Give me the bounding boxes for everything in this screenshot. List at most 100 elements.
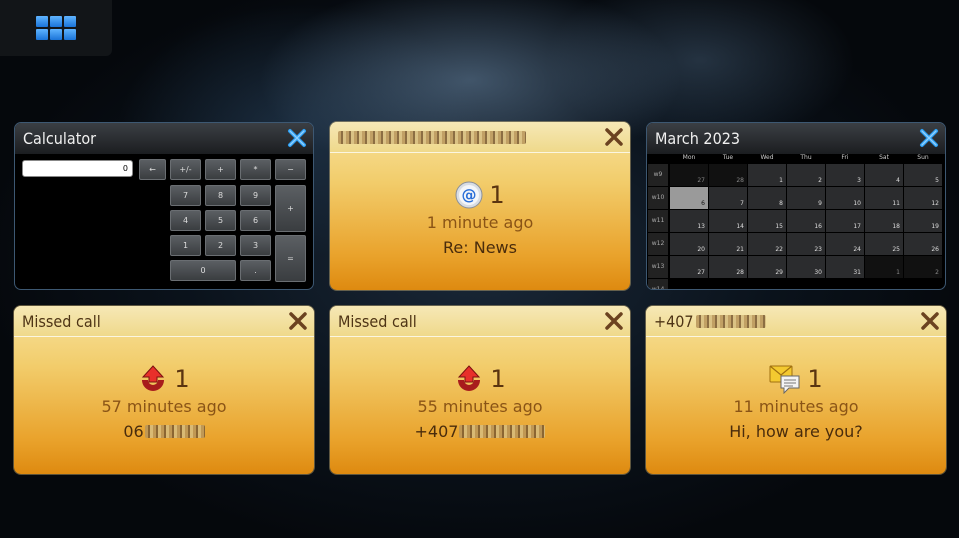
calendar-week-number: w11 (648, 210, 668, 232)
calendar-day-header: Wed (760, 154, 774, 161)
calendar-day-cell[interactable]: 10 (826, 187, 864, 209)
calendar-day-header: Sun (917, 154, 929, 161)
calculator-display: 0 (22, 160, 133, 177)
redacted-number (695, 314, 766, 328)
email-subject: Re: News (443, 238, 517, 257)
email-notification-card[interactable]: @ 1 1 minute ago Re: News (330, 122, 630, 290)
calc-key-0[interactable]: 0 (170, 260, 236, 281)
svg-text:@: @ (462, 186, 477, 204)
calendar-day-cell[interactable]: 22 (748, 233, 786, 255)
close-icon[interactable] (920, 311, 940, 331)
calendar-day-cell[interactable]: 1 (748, 164, 786, 186)
calc-key-plus[interactable]: + (205, 159, 236, 180)
close-icon[interactable] (288, 311, 308, 331)
missed-call-card[interactable]: Missed call 1 57 minutes ago 06 (14, 306, 314, 474)
missed-call-card[interactable]: Missed call 1 55 minutes ago +407 (330, 306, 630, 474)
calendar-day-header: Mon (682, 154, 696, 161)
email-at-icon: @ (455, 181, 483, 209)
close-icon[interactable] (604, 311, 624, 331)
calendar-day-cell[interactable]: 3 (826, 164, 864, 186)
calc-key-3[interactable]: 3 (240, 235, 271, 256)
sms-time: 11 minutes ago (733, 397, 859, 416)
calendar-day-cell[interactable]: 16 (787, 210, 825, 232)
missed-call-title: Missed call (338, 311, 417, 331)
sms-notification-card[interactable]: +407 1 11 minutes ago Hi, how are you? (646, 306, 946, 474)
calc-key-minus[interactable]: − (275, 159, 306, 180)
app-switcher-button[interactable] (0, 0, 112, 56)
calc-key-4[interactable]: 4 (170, 210, 201, 231)
calendar-day-cell[interactable]: 21 (709, 233, 747, 255)
calendar-day-cell[interactable]: 19 (904, 210, 942, 232)
calendar-day-cell[interactable]: 12 (904, 187, 942, 209)
calc-key-6[interactable]: 6 (240, 210, 271, 231)
calendar-day-cell[interactable]: 24 (826, 233, 864, 255)
calc-key-add[interactable]: + (275, 185, 306, 232)
calendar-week-number: w13 (648, 256, 668, 278)
calendar-day-cell[interactable]: 25 (865, 233, 903, 255)
close-icon[interactable] (287, 128, 307, 148)
missed-call-icon (458, 365, 481, 391)
calendar-day-cell[interactable]: 6 (670, 187, 708, 209)
calendar-day-cell[interactable]: 28 (709, 164, 747, 186)
calendar-day-header: Thu (800, 154, 812, 161)
calendar-day-cell[interactable]: 4 (865, 164, 903, 186)
calendar-day-cell[interactable]: 9 (787, 187, 825, 209)
missed-call-title: Missed call (22, 311, 101, 331)
calc-key-decimal[interactable]: . (240, 260, 271, 281)
calc-key-9[interactable]: 9 (240, 185, 271, 206)
calc-key-7[interactable]: 7 (170, 185, 201, 206)
close-icon[interactable] (919, 128, 939, 148)
calculator-title: Calculator (23, 129, 97, 148)
missed-call-icon (142, 365, 165, 391)
missed-call-count: 1 (490, 365, 506, 393)
calc-key-2[interactable]: 2 (205, 235, 236, 256)
sms-sender: +407 (654, 311, 694, 331)
calendar-day-cell[interactable]: 31 (826, 256, 864, 278)
calendar-day-cell[interactable]: 20 (670, 233, 708, 255)
calc-key-sign[interactable]: +/- (170, 159, 201, 180)
email-sender (338, 130, 526, 144)
calendar-day-cell[interactable]: 14 (709, 210, 747, 232)
calendar-day-cell[interactable]: 15 (748, 210, 786, 232)
close-icon[interactable] (604, 127, 624, 147)
calc-key-1[interactable]: 1 (170, 235, 201, 256)
calendar-week-number: w9 (648, 164, 668, 186)
caller-number: +407 (414, 422, 459, 441)
grid-icon (36, 16, 76, 40)
calendar-week-number: w10 (648, 187, 668, 209)
calendar-day-cell[interactable]: 28 (709, 256, 747, 278)
calendar-day-cell[interactable]: 27 (670, 256, 708, 278)
calculator-widget[interactable]: Calculator 0 ← +/- + * − 7 8 9 + 4 5 6 1… (14, 122, 314, 290)
calc-key-backspace[interactable]: ← (139, 159, 166, 180)
calendar-day-cell[interactable]: 27 (670, 164, 708, 186)
calendar-widget[interactable]: March 2023 Mon Tue Wed Thu Fri Sat Sun w9 w10 w11… (646, 122, 946, 290)
calendar-day-cell[interactable]: 1 (865, 256, 903, 278)
calc-key-5[interactable]: 5 (205, 210, 236, 231)
calendar-day-header: Sat (879, 154, 889, 161)
calendar-day-cell[interactable]: 18 (865, 210, 903, 232)
calendar-day-header: Fri (841, 154, 849, 161)
calc-key-equals[interactable]: = (275, 235, 306, 282)
calendar-day-cell[interactable]: 17 (826, 210, 864, 232)
calendar-day-cell[interactable]: 11 (865, 187, 903, 209)
calendar-day-cell[interactable]: 29 (748, 256, 786, 278)
calendar-week-number: w14 (648, 279, 668, 289)
calendar-day-cell[interactable]: 2 (904, 256, 942, 278)
calendar-title: March 2023 (655, 129, 741, 148)
calendar-day-cell[interactable]: 5 (904, 164, 942, 186)
calendar-day-cell[interactable]: 8 (748, 187, 786, 209)
calendar-day-cell[interactable]: 13 (670, 210, 708, 232)
email-time: 1 minute ago (426, 213, 534, 232)
calc-key-multiply[interactable]: * (240, 159, 271, 180)
calendar-day-cell[interactable]: 23 (787, 233, 825, 255)
sms-count: 1 (807, 365, 823, 393)
calendar-day-cell[interactable]: 30 (787, 256, 825, 278)
message-icon (769, 365, 800, 394)
redacted-number (144, 425, 205, 438)
missed-call-time: 57 minutes ago (101, 397, 227, 416)
calendar-day-cell[interactable]: 26 (904, 233, 942, 255)
calc-key-8[interactable]: 8 (205, 185, 236, 206)
email-count: 1 (489, 181, 505, 209)
calendar-day-cell[interactable]: 2 (787, 164, 825, 186)
calendar-day-cell[interactable]: 7 (709, 187, 747, 209)
